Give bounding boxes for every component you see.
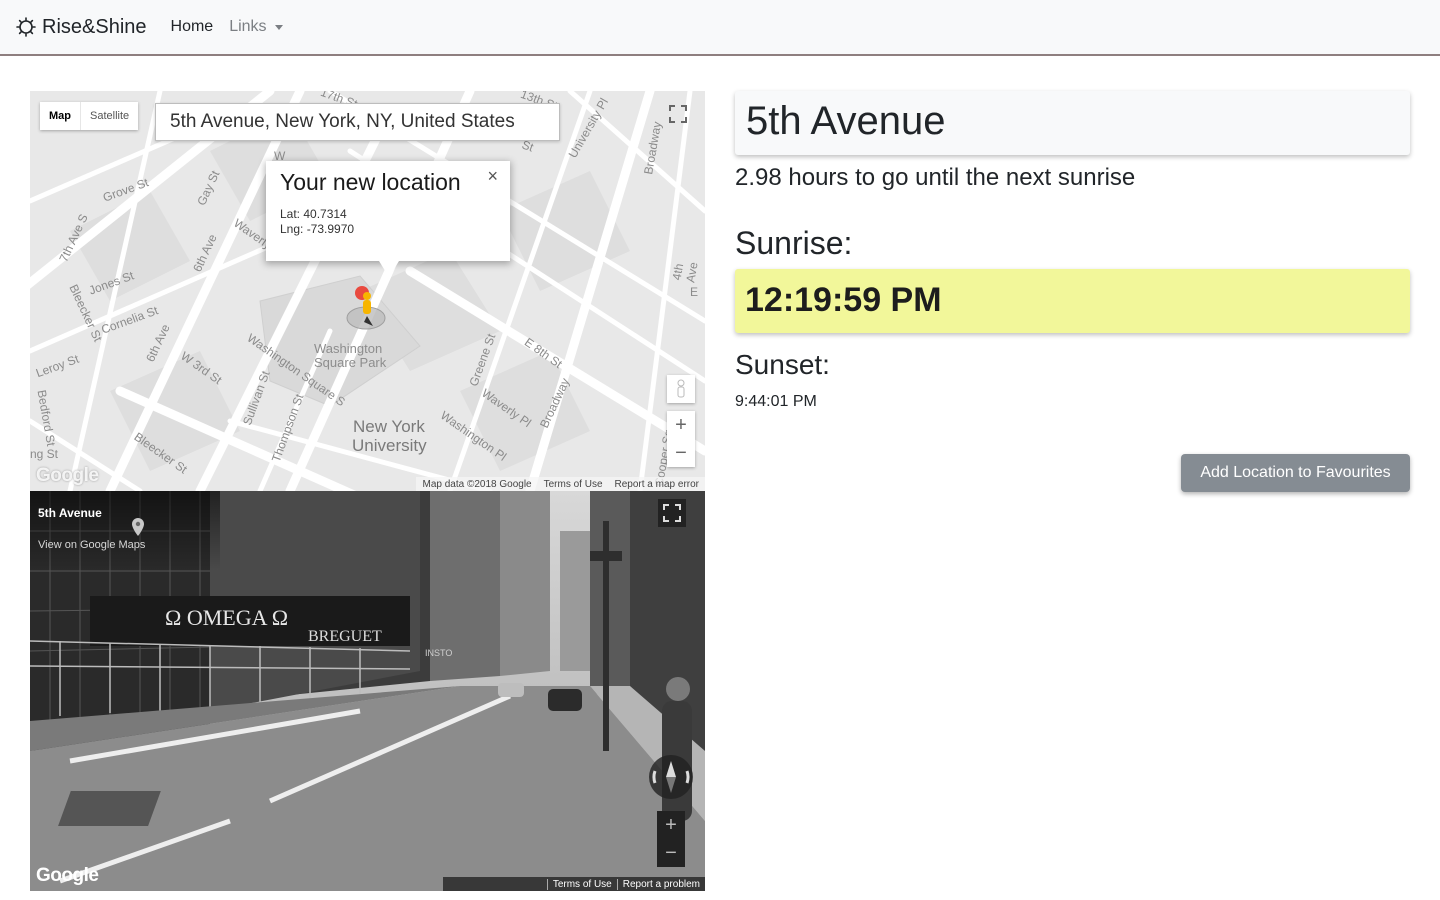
street-view-fullscreen-button[interactable]	[658, 499, 686, 527]
info-window: Your new location Lat: 40.7314 Lng: -73.…	[266, 161, 510, 277]
location-search-input[interactable]: 5th Avenue, New York, NY, United States	[155, 103, 560, 141]
label-nyu2: University	[352, 436, 427, 455]
label-thompson: Thompson St	[268, 392, 307, 464]
label-sullivan: Sullivan St	[240, 368, 273, 428]
label-bedford: Bedford St	[34, 388, 59, 448]
google-logo: Google	[36, 865, 99, 886]
map-report-link[interactable]: Report a map error	[615, 479, 699, 490]
nav-links-label: Links	[229, 18, 267, 35]
street-view-report-link[interactable]: Report a problem	[616, 878, 705, 890]
label-bleecker2: Bleecker St	[131, 429, 190, 477]
street-view-attribution: Terms of Use Report a problem	[442, 877, 705, 891]
street-view-panorama[interactable]: Ω OMEGA Ω BREGUET INSTO 5th Avenue View …	[30, 491, 705, 891]
brand-link[interactable]: Rise&Shine	[16, 16, 147, 39]
label-ng: ng St	[30, 447, 59, 461]
info-window-lng: Lng: -73.9970	[280, 222, 355, 236]
close-icon[interactable]: ×	[487, 166, 498, 187]
label-cornelia: Cornelia St	[99, 303, 160, 337]
label-wsp1: Washington	[314, 341, 383, 356]
sun-outline-icon	[16, 17, 36, 37]
street-view-zoom-control: + −	[657, 811, 685, 867]
label-seventh: 7th Ave S	[56, 211, 91, 265]
map-attribution: Map data ©2018 Google Terms of Use Repor…	[416, 477, 705, 491]
view-on-google-maps-link[interactable]: View on Google Maps	[38, 539, 145, 551]
location-title: 5th Avenue	[746, 99, 946, 143]
pegman-marker-icon	[346, 286, 386, 330]
map-zoom-out-button[interactable]: −	[667, 439, 695, 467]
compass-icon[interactable]	[647, 753, 695, 801]
caret-down-icon	[274, 24, 283, 30]
label-washpl: Washington Pl	[437, 408, 509, 464]
sunrise-time: 12:19:59 PM	[745, 281, 942, 319]
label-grove: Grove St	[101, 175, 151, 205]
fullscreen-icon	[663, 504, 681, 522]
label-wsp2: Square Park	[314, 355, 387, 370]
street-view-zoom-out-button[interactable]: −	[657, 839, 685, 867]
map-zoom-control: + −	[667, 411, 695, 467]
google-logo: Google	[36, 465, 99, 486]
label-broadway1: Broadway	[537, 375, 573, 431]
street-view-header-shade	[30, 491, 220, 571]
add-to-favourites-button[interactable]: Add Location to Favourites	[1181, 454, 1410, 492]
map-type-satellite[interactable]: Satellite	[80, 102, 138, 130]
sign-store: INSTO	[425, 648, 453, 658]
label-sixth1: 6th Ave	[190, 231, 220, 275]
sign-omega: Ω OMEGA Ω	[165, 605, 289, 630]
hours-until-sunrise: 2.98 hours to go until the next sunrise	[735, 164, 1136, 191]
street-view-zoom-in-button[interactable]: +	[657, 811, 685, 839]
map-zoom-in-button[interactable]: +	[667, 411, 695, 439]
info-window-lat: Lat: 40.7314	[280, 207, 347, 221]
map-fullscreen-button[interactable]	[664, 100, 692, 128]
fullscreen-icon	[669, 105, 687, 123]
street-view-terms-link[interactable]: Terms of Use	[546, 878, 617, 890]
map-view[interactable]: Grove St Gay St 7th Ave S Jones St Corne…	[30, 91, 705, 491]
navbar: Rise&Shine Home Links	[0, 0, 1440, 56]
pegman-icon	[677, 379, 685, 398]
sunset-heading: Sunset:	[735, 349, 830, 380]
label-e: E	[690, 285, 699, 299]
label-gay: Gay St	[194, 168, 223, 208]
map-type-control: Map Satellite	[40, 102, 139, 130]
label-broadway2: Broadway	[641, 120, 665, 176]
nav-home[interactable]: Home	[171, 18, 214, 36]
street-view-pegman-button[interactable]	[667, 375, 695, 403]
label-w3rd: W 3rd St	[178, 348, 225, 388]
label-univ: University Pl	[565, 95, 612, 161]
map-data-text: Map data ©2018 Google	[422, 478, 532, 490]
street-view-title: 5th Avenue	[38, 506, 102, 520]
map-type-map[interactable]: Map	[40, 102, 80, 130]
label-sixth2: 6th Ave	[143, 321, 173, 365]
label-fourth: 4th Ave	[669, 261, 701, 284]
sunset-time: 9:44:01 PM	[735, 393, 817, 410]
info-window-title: Your new location	[280, 169, 461, 195]
nav-links-dropdown[interactable]: Links	[229, 18, 283, 36]
label-greene: Greene St	[466, 331, 499, 389]
sunrise-card: 12:19:59 PM	[735, 269, 1410, 333]
location-title-card: 5th Avenue	[735, 91, 1410, 155]
map-terms-link[interactable]: Terms of Use	[544, 479, 603, 490]
sign-breguet: BREGUET	[308, 628, 382, 645]
map-pin-icon	[132, 518, 144, 536]
label-e8th: E 8th St	[521, 335, 565, 371]
label-jones: Jones St	[87, 268, 136, 298]
label-leroy: Leroy St	[33, 351, 81, 381]
sunrise-heading: Sunrise:	[735, 225, 853, 261]
label-waverly1: Waverly Pl	[479, 385, 534, 431]
label-nyu1: New York	[353, 417, 425, 436]
brand-name: Rise&Shine	[42, 15, 147, 38]
